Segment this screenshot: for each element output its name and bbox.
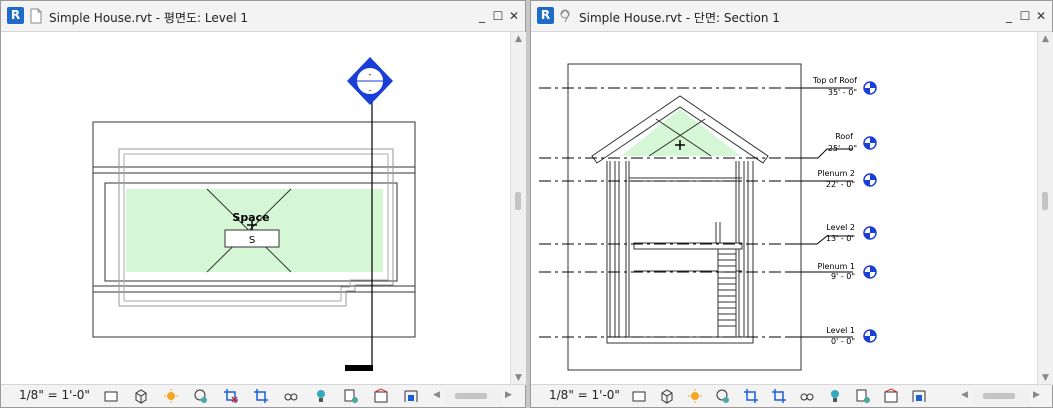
minimize-button[interactable]: _ xyxy=(475,9,489,23)
plan-roof-edge-top xyxy=(92,121,416,168)
close-button[interactable]: ✕ xyxy=(1034,9,1048,23)
close-button[interactable]: ✕ xyxy=(507,9,521,23)
level-head-top-of-roof[interactable]: Top of Roof 35' - 0" xyxy=(812,76,877,97)
maximize-button[interactable]: ☐ xyxy=(1018,9,1032,23)
shadows-icon[interactable] xyxy=(193,388,209,404)
reveal-hidden-icon[interactable] xyxy=(313,388,329,404)
reveal-constraints-icon[interactable] xyxy=(403,388,419,404)
section-tail[interactable] xyxy=(345,365,373,371)
detail-level-icon[interactable] xyxy=(103,388,119,404)
horizontal-scrollbar[interactable] xyxy=(973,388,1029,404)
scroll-left-icon[interactable]: ◀ xyxy=(957,390,972,400)
view-title: Simple House.rvt - 평면도: Level 1 xyxy=(49,11,249,25)
revit-logo-icon: R xyxy=(7,7,24,24)
analytical-model-icon[interactable] xyxy=(855,388,871,404)
section-head-marker[interactable]: - - xyxy=(347,57,393,105)
scroll-right-icon[interactable]: ▶ xyxy=(1029,390,1044,400)
scroll-thumb[interactable] xyxy=(983,393,1015,399)
highlight-displacement-icon[interactable] xyxy=(883,388,899,404)
level-head-plenum-2[interactable]: Plenum 2 22' - 0" xyxy=(817,169,877,189)
analytical-model-icon[interactable] xyxy=(343,388,359,404)
scroll-left-icon[interactable]: ◀ xyxy=(429,390,444,400)
svg-text:Plenum 2: Plenum 2 xyxy=(817,169,855,178)
wall-section-left xyxy=(606,161,630,337)
shadows-icon[interactable] xyxy=(715,388,731,404)
temporary-hide-icon[interactable] xyxy=(799,388,815,404)
maximize-button[interactable]: ☐ xyxy=(491,9,505,23)
svg-text:-: - xyxy=(369,70,372,79)
svg-text:9' - 0": 9' - 0" xyxy=(831,272,855,281)
visual-style-icon[interactable] xyxy=(659,388,675,404)
scroll-right-icon[interactable]: ▶ xyxy=(501,390,516,400)
svg-text:25' - 0": 25' - 0" xyxy=(828,144,857,153)
section-canvas[interactable]: Top of Roof 35' - 0" Roof 25' - 0" Plenu… xyxy=(531,32,1037,385)
svg-text:22' - 0": 22' - 0" xyxy=(826,180,855,189)
minimize-button[interactable]: _ xyxy=(1002,9,1016,23)
crop-view-icon[interactable] xyxy=(223,388,239,404)
plan-roof-edge-bottom xyxy=(92,291,416,338)
svg-text:13' - 0": 13' - 0" xyxy=(826,234,855,243)
level-head-roof[interactable]: Roof 25' - 0" xyxy=(828,132,877,153)
temporary-hide-icon[interactable] xyxy=(283,388,299,404)
scroll-thumb[interactable] xyxy=(1042,192,1048,210)
view-control-bar: 1/8" = 1'-0" ◀ ▶ xyxy=(1,384,525,407)
space-name-tag[interactable]: Space xyxy=(232,211,269,224)
view-title: Simple House.rvt - 단면: Section 1 xyxy=(579,11,780,25)
svg-text:Top of Roof: Top of Roof xyxy=(812,76,857,85)
show-crop-region-icon[interactable] xyxy=(771,388,787,404)
scroll-thumb[interactable] xyxy=(515,192,521,210)
detail-level-icon[interactable] xyxy=(631,388,647,404)
svg-text:Level 1: Level 1 xyxy=(826,326,855,335)
svg-text:35' - 0": 35' - 0" xyxy=(828,88,857,97)
svg-text:Level 2: Level 2 xyxy=(826,223,855,232)
svg-text:Roof: Roof xyxy=(835,132,853,141)
level-head-level-2[interactable]: Level 2 13' - 0" xyxy=(826,223,877,243)
visual-style-icon[interactable] xyxy=(133,388,149,404)
section-view-window[interactable]: R Simple House.rvt - 단면: Section 1 _ ☐ ✕ xyxy=(530,0,1053,408)
scroll-thumb[interactable] xyxy=(455,393,487,399)
view-scale[interactable]: 1/8" = 1'-0" xyxy=(549,388,620,402)
revit-logo-icon: R xyxy=(537,7,554,24)
view-title-bar[interactable]: R Simple House.rvt - 평면도: Level 1 _ ☐ ✕ xyxy=(1,1,525,32)
level-head-level-1[interactable]: Level 1 0' - 0" xyxy=(826,326,877,346)
stair-section xyxy=(715,222,737,338)
view-scale[interactable]: 1/8" = 1'-0" xyxy=(19,388,90,402)
scroll-down-icon[interactable]: ▼ xyxy=(511,373,526,383)
svg-text:0' - 0": 0' - 0" xyxy=(831,337,855,346)
scroll-up-icon[interactable]: ▲ xyxy=(1038,34,1053,44)
view-title-bar[interactable]: R Simple House.rvt - 단면: Section 1 _ ☐ ✕ xyxy=(531,1,1052,32)
scroll-down-icon[interactable]: ▼ xyxy=(1038,373,1053,383)
crop-view-icon[interactable] xyxy=(743,388,759,404)
horizontal-scrollbar[interactable] xyxy=(445,388,501,404)
view-control-bar: 1/8" = 1'-0" ◀ ▶ xyxy=(531,384,1052,407)
highlight-displacement-icon[interactable] xyxy=(373,388,389,404)
reveal-constraints-icon[interactable] xyxy=(911,388,927,404)
reveal-hidden-icon[interactable] xyxy=(827,388,843,404)
sun-path-icon[interactable] xyxy=(687,388,703,404)
scroll-up-icon[interactable]: ▲ xyxy=(511,34,526,44)
svg-text:-: - xyxy=(369,86,372,95)
floor-plan-view-icon xyxy=(30,8,42,24)
section-view-icon xyxy=(560,9,570,23)
svg-text:Plenum 1: Plenum 1 xyxy=(817,262,855,271)
show-crop-region-icon[interactable] xyxy=(253,388,269,404)
vertical-scrollbar[interactable]: ▲ ▼ xyxy=(510,32,526,385)
vertical-scrollbar[interactable]: ▲ ▼ xyxy=(1037,32,1053,385)
floor-plan-canvas[interactable]: Space S - - xyxy=(1,32,509,385)
floor-slab-level-1 xyxy=(606,336,754,344)
floor-plan-view-window[interactable]: R Simple House.rvt - 평면도: Level 1 _ ☐ ✕ … xyxy=(0,0,526,408)
sun-path-icon[interactable] xyxy=(163,388,179,404)
space-number-tag: S xyxy=(249,235,255,246)
